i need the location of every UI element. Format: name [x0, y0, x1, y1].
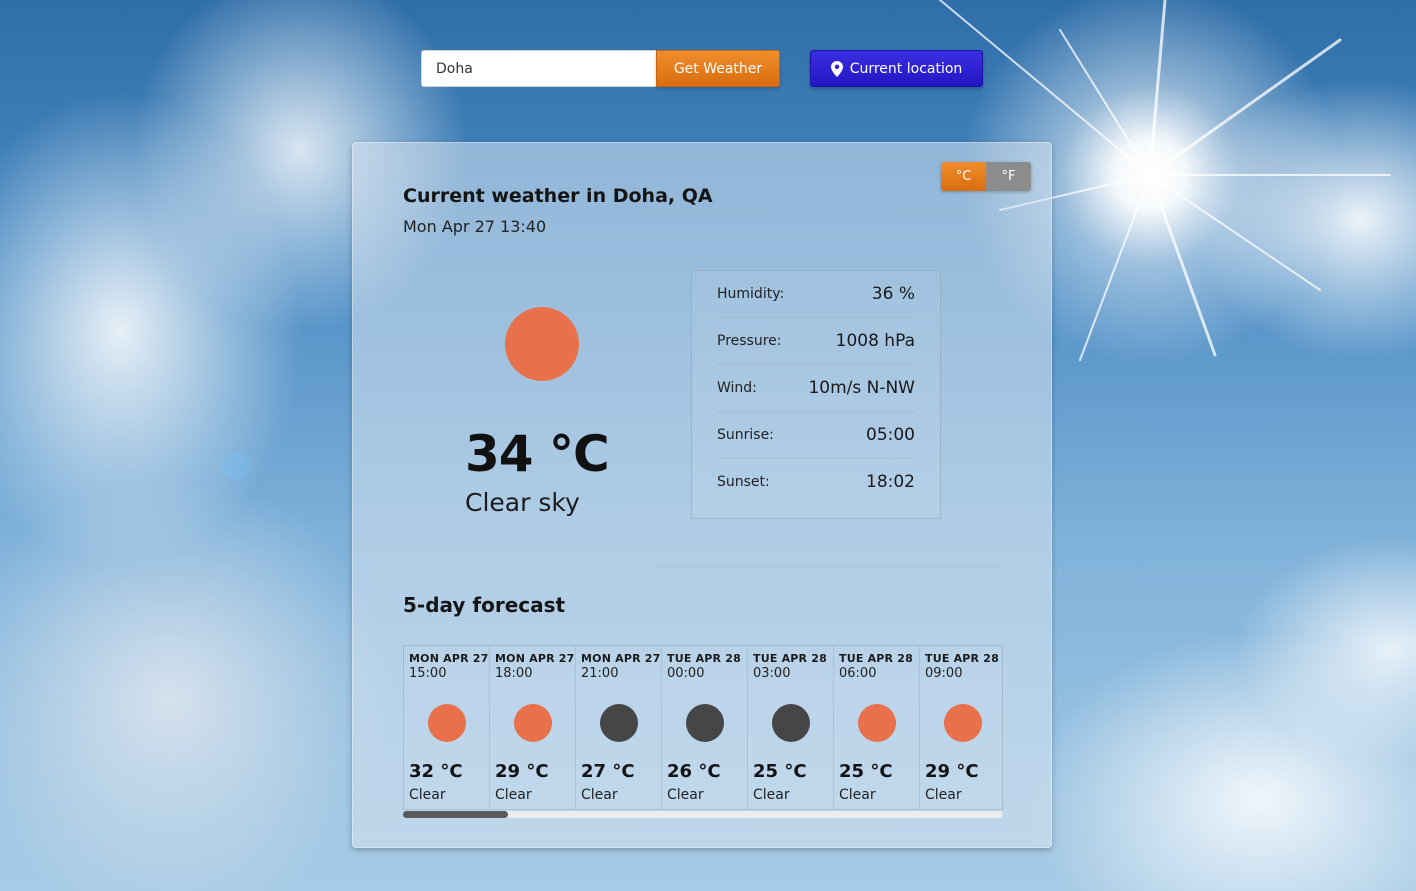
- forecast-day: MON APR 27: [581, 652, 661, 665]
- city-search-input[interactable]: [421, 50, 656, 87]
- detail-row-sunset: Sunset: 18:02: [717, 459, 915, 505]
- detail-row-sunrise: Sunrise: 05:00: [717, 412, 915, 459]
- detail-value: 05:00: [866, 425, 915, 445]
- forecast-day: TUE APR 28: [925, 652, 999, 665]
- fahrenheit-button[interactable]: °F: [986, 162, 1031, 191]
- detail-label: Wind:: [717, 380, 757, 396]
- forecast-desc: Clear: [495, 787, 532, 803]
- forecast-desc: Clear: [581, 787, 618, 803]
- forecast-temp: 32 °C: [409, 761, 463, 782]
- section-divider: [653, 566, 1003, 567]
- detail-row-wind: Wind: 10m/s N-NW: [717, 365, 915, 412]
- forecast-time: 18:00: [495, 666, 533, 681]
- detail-label: Humidity:: [717, 286, 785, 302]
- forecast-time: 21:00: [581, 666, 619, 681]
- sun-icon: [428, 704, 466, 742]
- map-pin-icon: [830, 60, 843, 77]
- forecast-temp: 25 °C: [839, 761, 893, 782]
- unit-toggle: °C °F: [941, 162, 1031, 191]
- current-description: Clear sky: [465, 488, 580, 517]
- detail-value: 18:02: [866, 472, 915, 492]
- forecast-desc: Clear: [409, 787, 446, 803]
- forecast-item: TUE APR 28 09:00 29 °C Clear: [920, 646, 1002, 809]
- forecast-time: 15:00: [409, 666, 447, 681]
- sun-icon: [858, 704, 896, 742]
- sun-icon: [505, 307, 579, 381]
- forecast-day: MON APR 27: [409, 652, 489, 665]
- forecast-time: 03:00: [753, 666, 791, 681]
- current-temperature: 34 °C: [465, 425, 610, 483]
- forecast-item: MON APR 27 15:00 32 °C Clear: [404, 646, 490, 809]
- detail-row-pressure: Pressure: 1008 hPa: [717, 318, 915, 365]
- forecast-scrollbar[interactable]: [403, 811, 1003, 818]
- forecast-temp: 27 °C: [581, 761, 635, 782]
- get-weather-button[interactable]: Get Weather: [656, 50, 780, 87]
- detail-value: 10m/s N-NW: [808, 378, 915, 398]
- forecast-temp: 25 °C: [753, 761, 807, 782]
- search-form: Get Weather: [421, 50, 780, 87]
- moon-icon: [600, 704, 638, 742]
- weather-card: °C °F Current weather in Doha, QA Mon Ap…: [352, 142, 1052, 848]
- forecast-desc: Clear: [667, 787, 704, 803]
- forecast-title: 5-day forecast: [403, 593, 566, 617]
- current-location-button[interactable]: Current location: [810, 50, 983, 87]
- forecast-temp: 29 °C: [495, 761, 549, 782]
- forecast-item: MON APR 27 18:00 29 °C Clear: [490, 646, 576, 809]
- forecast-temp: 26 °C: [667, 761, 721, 782]
- forecast-temp: 29 °C: [925, 761, 979, 782]
- forecast-strip[interactable]: MON APR 27 15:00 32 °C Clear MON APR 27 …: [403, 645, 1003, 810]
- detail-label: Pressure:: [717, 333, 782, 349]
- weather-details-panel: Humidity: 36 % Pressure: 1008 hPa Wind: …: [691, 270, 941, 519]
- detail-label: Sunset:: [717, 474, 770, 490]
- forecast-time: 09:00: [925, 666, 963, 681]
- forecast-desc: Clear: [925, 787, 962, 803]
- current-weather-title: Current weather in Doha, QA: [403, 185, 713, 207]
- forecast-day: MON APR 27: [495, 652, 575, 665]
- sun-icon: [514, 704, 552, 742]
- current-datetime: Mon Apr 27 13:40: [403, 217, 547, 236]
- forecast-desc: Clear: [753, 787, 790, 803]
- forecast-desc: Clear: [839, 787, 876, 803]
- forecast-item: MON APR 27 21:00 27 °C Clear: [576, 646, 662, 809]
- forecast-day: TUE APR 28: [753, 652, 827, 665]
- sun-icon: [944, 704, 982, 742]
- forecast-item: TUE APR 28 00:00 26 °C Clear: [662, 646, 748, 809]
- detail-row-humidity: Humidity: 36 %: [717, 271, 915, 318]
- moon-icon: [772, 704, 810, 742]
- celsius-button[interactable]: °C: [941, 162, 986, 191]
- forecast-day: TUE APR 28: [839, 652, 913, 665]
- forecast-time: 06:00: [839, 666, 877, 681]
- current-location-label: Current location: [849, 60, 963, 77]
- forecast-day: TUE APR 28: [667, 652, 741, 665]
- detail-label: Sunrise:: [717, 427, 774, 443]
- forecast-item: TUE APR 28 06:00 25 °C Clear: [834, 646, 920, 809]
- forecast-scrollbar-thumb[interactable]: [403, 811, 508, 818]
- forecast-item: TUE APR 28 03:00 25 °C Clear: [748, 646, 834, 809]
- detail-value: 36 %: [871, 284, 915, 304]
- moon-icon: [686, 704, 724, 742]
- forecast-time: 00:00: [667, 666, 705, 681]
- detail-value: 1008 hPa: [835, 331, 915, 351]
